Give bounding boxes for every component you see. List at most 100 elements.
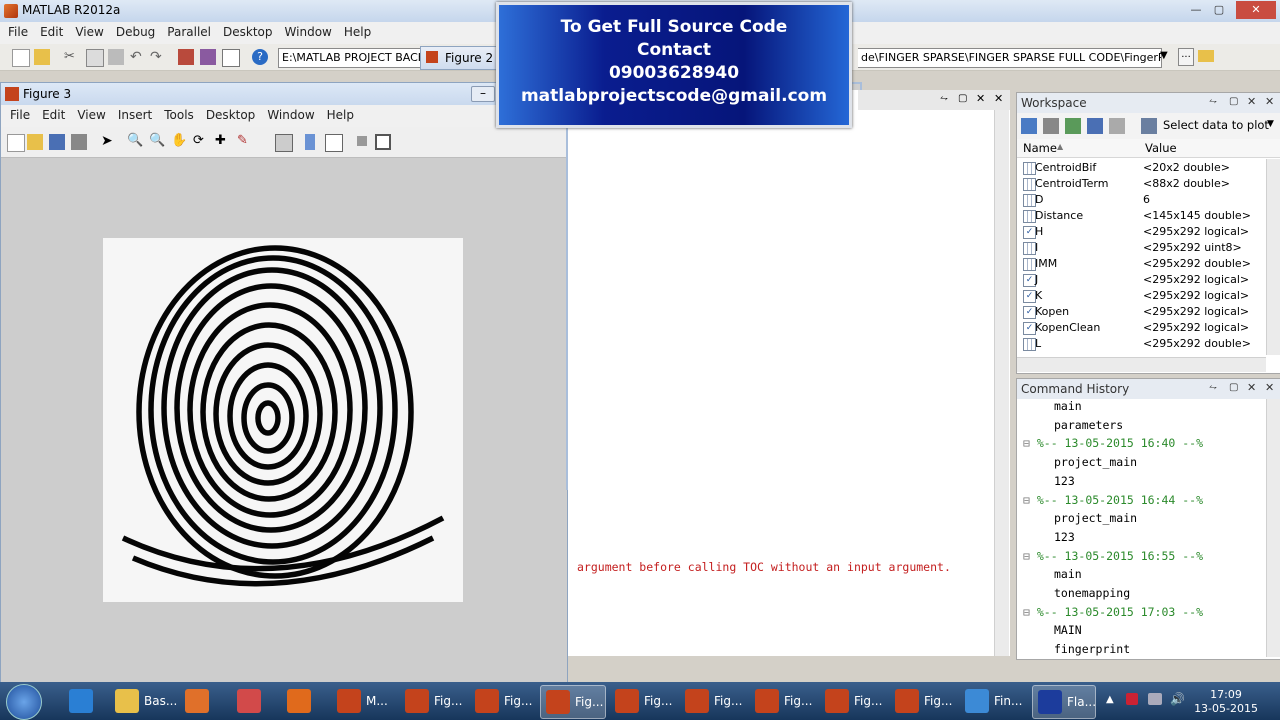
workspace-row[interactable]: CentroidBif <20x2 double> [1017, 160, 1267, 176]
brush-icon[interactable]: ✎ [237, 133, 253, 149]
minimize-icon[interactable]: — [1185, 1, 1207, 19]
taskbar-button[interactable]: Fig... [890, 685, 954, 717]
undock-icon[interactable]: ⥊ [940, 93, 948, 104]
zoom-in-icon[interactable]: 🔍 [127, 133, 143, 149]
folder-dropdown-icon[interactable]: ▼ [1160, 50, 1168, 61]
current-folder-field-right[interactable]: de\FINGER SPARSE\FINGER SPARSE FULL CODE… [858, 48, 1162, 68]
start-button[interactable] [6, 684, 42, 720]
collapse-icon[interactable]: ⊟ [1023, 493, 1037, 507]
new-figure-icon[interactable] [7, 134, 25, 152]
browse-folder-button[interactable]: ... [1178, 48, 1194, 66]
guide-icon[interactable] [200, 49, 216, 65]
system-clock[interactable]: 17:09 13-05-2015 [1194, 688, 1258, 716]
menu-parallel[interactable]: Parallel [161, 22, 217, 42]
history-command[interactable]: MAIN [1054, 621, 1082, 639]
menu-file[interactable]: File [2, 22, 34, 42]
workspace-row[interactable]: ✓ KopenClean <295x292 logical> [1017, 320, 1267, 336]
workspace-row[interactable]: I <295x292 uint8> [1017, 240, 1267, 256]
tray-expand-icon[interactable]: ▲ [1106, 694, 1114, 705]
show-plot-tools-icon[interactable] [375, 134, 391, 150]
history-command[interactable]: main [1054, 565, 1082, 583]
volume-icon[interactable]: 🔊 [1170, 692, 1185, 706]
workspace-row[interactable]: D6 [1017, 192, 1267, 208]
taskbar-button[interactable]: Fig... [820, 685, 884, 717]
history-command[interactable]: parameters [1054, 416, 1123, 434]
close-icon[interactable]: ✕ [1265, 95, 1274, 108]
history-session-header[interactable]: ⊟ %-- 13-05-2015 16:44 --% [1023, 491, 1203, 509]
close-icon[interactable]: ✕ [976, 92, 985, 105]
colorbar-icon[interactable] [305, 134, 315, 150]
taskbar-button[interactable] [64, 685, 104, 717]
fig-menu-view[interactable]: View [71, 105, 111, 125]
taskbar-button[interactable]: Fig... [400, 685, 464, 717]
fig-menu-window[interactable]: Window [261, 105, 320, 125]
taskbar-button[interactable]: Fig... [470, 685, 534, 717]
figure2-tab[interactable]: Figure 2 [420, 46, 500, 70]
taskbar-button[interactable]: Fla... [1032, 685, 1096, 719]
taskbar-button[interactable]: Fig... [610, 685, 674, 717]
help-icon[interactable]: ? [252, 49, 268, 65]
history-session-header[interactable]: ⊟ %-- 13-05-2015 17:03 --% [1023, 603, 1203, 621]
undo-icon[interactable]: ↶ [130, 49, 146, 65]
workspace-vertical-scrollbar[interactable] [1266, 159, 1280, 355]
menu-view[interactable]: View [69, 22, 109, 42]
link-plot-icon[interactable] [275, 134, 293, 152]
close-icon[interactable]: ✕ [1236, 1, 1276, 19]
open-folder-icon[interactable] [34, 49, 50, 65]
maximize-icon[interactable]: ▢ [958, 93, 967, 104]
profiler-icon[interactable] [222, 49, 240, 67]
taskbar-button[interactable]: Fig... [540, 685, 606, 719]
name-column-header[interactable]: Name [1023, 141, 1057, 155]
taskbar-button[interactable]: Fig... [680, 685, 744, 717]
menu-help[interactable]: Help [338, 22, 377, 42]
history-command[interactable]: 123 [1054, 472, 1075, 490]
taskbar-button[interactable] [232, 685, 272, 717]
menu-debug[interactable]: Debug [110, 22, 161, 42]
close-icon[interactable]: ✕ [1265, 381, 1274, 394]
taskbar-button[interactable]: Fin... [960, 685, 1022, 717]
new-variable-icon[interactable] [1021, 118, 1037, 134]
workspace-row[interactable]: ✓ K <295x292 logical> [1017, 288, 1267, 304]
minimize-icon[interactable]: – [471, 86, 495, 102]
history-command[interactable]: tonemapping [1054, 584, 1130, 602]
menu-window[interactable]: Window [279, 22, 338, 42]
collapse-icon[interactable]: ⊟ [1023, 549, 1037, 563]
fig-menu-edit[interactable]: Edit [36, 105, 71, 125]
taskbar-button[interactable] [180, 685, 220, 717]
action-center-icon[interactable] [1126, 693, 1138, 705]
workspace-row[interactable]: Distance <145x145 double> [1017, 208, 1267, 224]
pan-icon[interactable]: ✋ [171, 133, 187, 149]
network-icon[interactable] [1148, 693, 1162, 705]
history-session-header[interactable]: ⊟ %-- 13-05-2015 16:40 --% [1023, 434, 1203, 452]
workspace-horizontal-scrollbar[interactable] [1017, 357, 1266, 372]
history-command[interactable]: fingerprint [1054, 640, 1130, 658]
save-workspace-icon[interactable] [1087, 118, 1103, 134]
close-icon[interactable]: ✕ [1247, 95, 1256, 108]
fig-menu-insert[interactable]: Insert [112, 105, 158, 125]
collapse-icon[interactable]: ⊟ [1023, 605, 1037, 619]
legend-icon[interactable] [325, 134, 343, 152]
print-icon[interactable] [71, 134, 87, 150]
history-command[interactable]: project_main [1054, 509, 1137, 527]
collapse-icon[interactable]: ⊟ [1023, 436, 1037, 450]
open-file-icon[interactable] [27, 134, 43, 150]
taskbar-button[interactable]: M... [332, 685, 394, 717]
history-command[interactable]: 123 [1054, 528, 1075, 546]
rotate-icon[interactable]: ⟳ [193, 133, 209, 149]
fig-menu-desktop[interactable]: Desktop [200, 105, 262, 125]
fig-menu-help[interactable]: Help [321, 105, 360, 125]
workspace-row[interactable]: CentroidTerm <88x2 double> [1017, 176, 1267, 192]
value-column-header[interactable]: Value [1145, 141, 1177, 155]
close-icon[interactable]: ✕ [994, 92, 1003, 105]
history-command[interactable]: main [1054, 397, 1082, 415]
undock-icon[interactable]: ⥊ [1209, 382, 1217, 393]
workspace-row[interactable]: ✓ J <295x292 logical> [1017, 272, 1267, 288]
workspace-row[interactable]: ✓ H <295x292 logical> [1017, 224, 1267, 240]
undock-icon[interactable]: ⥊ [1209, 96, 1217, 107]
copy-icon[interactable] [86, 49, 104, 67]
paste-icon[interactable] [108, 49, 124, 65]
delete-variable-icon[interactable] [1109, 118, 1125, 134]
workspace-row[interactable]: ✓ Kopen <295x292 logical> [1017, 304, 1267, 320]
hide-plot-tools-icon[interactable] [357, 136, 367, 146]
redo-icon[interactable]: ↷ [150, 49, 166, 65]
